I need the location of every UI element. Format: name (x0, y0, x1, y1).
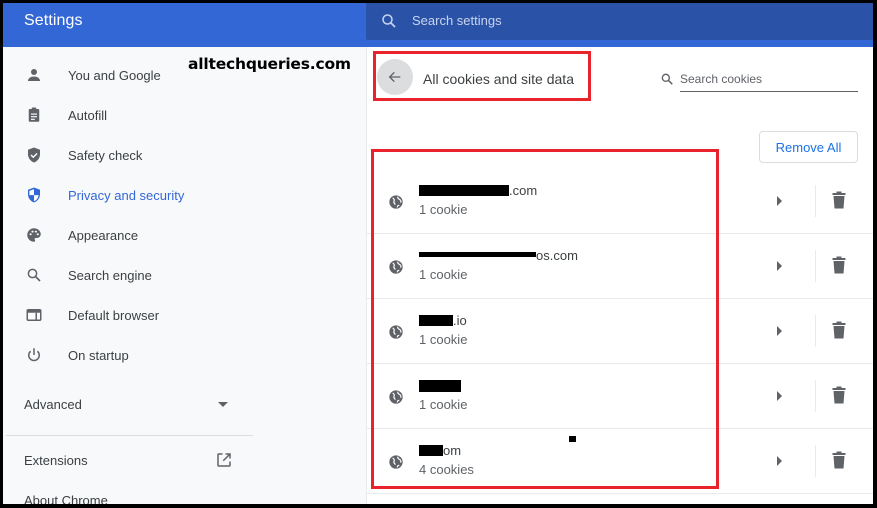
row-separator (815, 380, 816, 412)
trash-icon[interactable] (832, 321, 846, 339)
search-icon (24, 265, 44, 285)
back-button[interactable] (377, 59, 413, 95)
browser-window-icon (24, 305, 44, 325)
power-icon (24, 345, 44, 365)
search-settings-input[interactable]: Search settings (412, 13, 502, 28)
search-cookies-placeholder: Search cookies (680, 72, 763, 86)
cookies-panel: All cookies and site data Search cookies… (366, 47, 873, 504)
sidebar-item-privacy-and-security[interactable]: Privacy and security (3, 175, 366, 215)
redaction (419, 380, 461, 392)
globe-icon (389, 325, 403, 339)
page-title: All cookies and site data (423, 71, 574, 87)
open-in-new-icon (217, 453, 231, 467)
arrow-back-icon (388, 71, 401, 83)
search-icon (382, 14, 396, 28)
search-cookies-input[interactable]: Search cookies (661, 68, 858, 92)
site-name: os.com (419, 248, 578, 263)
sidebar-item-autofill[interactable]: Autofill (3, 95, 366, 135)
cookie-count: 1 cookie (419, 332, 468, 347)
expand-arrow-icon[interactable] (777, 261, 782, 271)
globe-icon (389, 195, 403, 209)
sidebar-item-on-startup[interactable]: On startup (3, 335, 366, 375)
redaction (419, 252, 536, 257)
site-row[interactable]: .com 1 cookie (367, 169, 873, 234)
expand-arrow-icon[interactable] (777, 196, 782, 206)
row-separator (815, 185, 816, 217)
sidebar: alltechqueries.com You and Google Autofi… (3, 47, 366, 504)
sidebar-item-label: Search engine (68, 267, 152, 283)
site-name (419, 378, 461, 393)
row-separator (815, 315, 816, 347)
redaction-mark (569, 436, 576, 442)
sidebar-item-extensions[interactable]: Extensions (3, 444, 250, 474)
search-icon (661, 73, 673, 85)
advanced-toggle[interactable]: Advanced (3, 387, 250, 423)
site-name: .io (419, 313, 467, 328)
globe-icon (389, 390, 403, 404)
sidebar-item-label: Appearance (68, 227, 139, 243)
site-row[interactable]: .io 1 cookie (367, 299, 873, 364)
sidebar-item-default-browser[interactable]: Default browser (3, 295, 366, 335)
sidebar-divider (6, 435, 253, 436)
sidebar-item-search-engine[interactable]: Search engine (3, 255, 366, 295)
sidebar-item-label: Privacy and security (68, 187, 185, 203)
redaction (419, 315, 453, 326)
top-bar: Settings Search settings (3, 3, 873, 47)
site-row[interactable]: 1 cookie (367, 364, 873, 429)
trash-icon[interactable] (832, 386, 846, 404)
chevron-down-icon (218, 402, 228, 407)
sidebar-item-you-and-google[interactable]: You and Google (3, 55, 366, 95)
cookie-count: 1 cookie (419, 267, 468, 282)
shield-half-icon (24, 185, 44, 205)
sidebar-item-label: On startup (68, 347, 129, 363)
globe-icon (389, 455, 403, 469)
redaction (419, 185, 509, 196)
row-separator (815, 250, 816, 282)
shield-check-icon (24, 145, 44, 165)
settings-window: Settings Search settings alltechqueries.… (3, 3, 873, 504)
site-name: .com (419, 183, 537, 198)
cookie-count: 1 cookie (419, 202, 468, 217)
globe-icon (389, 260, 403, 274)
site-row[interactable]: om 4 cookies (367, 429, 873, 494)
remove-all-button[interactable]: Remove All (759, 131, 858, 163)
sidebar-item-safety-check[interactable]: Safety check (3, 135, 366, 175)
sidebar-item-about-chrome[interactable]: About Chrome (24, 493, 108, 504)
sidebar-item-label: Safety check (68, 147, 143, 163)
sidebar-item-label: Autofill (68, 107, 108, 123)
redaction (419, 445, 443, 456)
site-name: om (419, 443, 461, 458)
expand-arrow-icon[interactable] (777, 391, 782, 401)
cookie-count: 1 cookie (419, 397, 468, 412)
trash-icon[interactable] (832, 191, 846, 209)
clipboard-icon (24, 105, 44, 125)
extensions-label: Extensions (24, 453, 88, 468)
person-icon (24, 65, 44, 85)
sidebar-item-appearance[interactable]: Appearance (3, 215, 366, 255)
advanced-label: Advanced (24, 397, 82, 412)
trash-icon[interactable] (832, 256, 846, 274)
app-title: Settings (24, 12, 83, 29)
expand-arrow-icon[interactable] (777, 456, 782, 466)
row-separator (815, 445, 816, 477)
expand-arrow-icon[interactable] (777, 326, 782, 336)
search-settings-bar[interactable]: Search settings (366, 3, 873, 40)
cookie-count: 4 cookies (419, 462, 474, 477)
sidebar-item-label: Default browser (68, 307, 160, 323)
trash-icon[interactable] (832, 451, 846, 469)
site-row[interactable]: os.com 1 cookie (367, 234, 873, 299)
palette-icon (24, 225, 44, 245)
sidebar-item-label: You and Google (68, 67, 161, 83)
